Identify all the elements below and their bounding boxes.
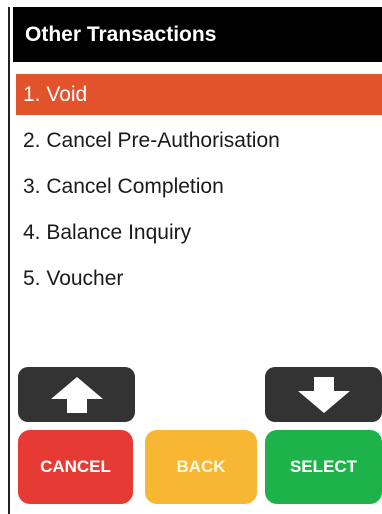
- scroll-down-button[interactable]: [265, 367, 382, 422]
- cancel-button-label: CANCEL: [40, 457, 111, 476]
- menu-item-balance-inquiry[interactable]: 4. Balance Inquiry: [13, 212, 382, 253]
- back-button-label: BACK: [176, 457, 226, 476]
- back-button[interactable]: BACK: [145, 430, 257, 504]
- menu-item-voucher[interactable]: 5. Voucher: [13, 258, 382, 299]
- menu-item-void[interactable]: 1. Void: [16, 74, 382, 115]
- device-bezel-edge: [8, 7, 10, 514]
- menu-item-cancel-pre-authorisation[interactable]: 2. Cancel Pre-Authorisation: [13, 120, 382, 161]
- terminal-screen: Other Transactions 1. Void 2. Cancel Pre…: [13, 7, 382, 514]
- transaction-menu: 1. Void 2. Cancel Pre-Authorisation 3. C…: [13, 74, 382, 304]
- arrow-down-icon: [297, 376, 350, 413]
- arrow-up-icon: [50, 376, 103, 413]
- menu-item-cancel-completion[interactable]: 3. Cancel Completion: [13, 166, 382, 207]
- cancel-button[interactable]: CANCEL: [18, 430, 133, 504]
- page-title: Other Transactions: [13, 7, 382, 62]
- select-button-label: SELECT: [289, 457, 358, 476]
- scroll-up-button[interactable]: [18, 367, 135, 422]
- select-button[interactable]: SELECT: [265, 430, 382, 504]
